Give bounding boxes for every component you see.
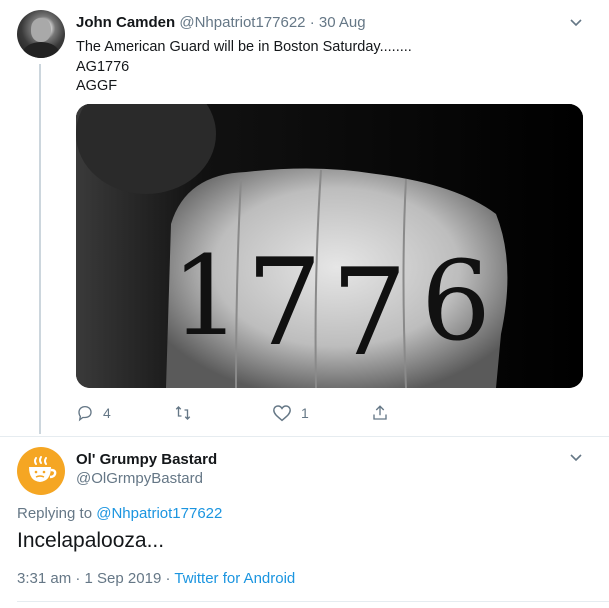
reply-button[interactable]: 4 — [76, 404, 111, 422]
tweet-header: John Camden @Nhpatriot177622 · 30 Aug — [76, 14, 366, 31]
author-handle[interactable]: @Nhpatriot177622 — [179, 14, 305, 31]
tweet-date[interactable]: 1 Sep 2019 — [85, 570, 162, 587]
avatar[interactable] — [17, 10, 65, 58]
header-separator: · — [309, 14, 315, 31]
divider — [0, 436, 609, 437]
chevron-down-icon[interactable] — [568, 14, 584, 30]
share-icon — [373, 405, 387, 420]
reply-icon — [78, 405, 92, 422]
tweet-source-link[interactable]: Twitter for Android — [174, 570, 295, 587]
tattoo-digit: 7 — [246, 234, 322, 373]
share-button[interactable] — [371, 404, 389, 422]
author-handle[interactable]: @OlGrmpyBastard — [76, 470, 203, 487]
replying-label: Replying to — [17, 505, 93, 522]
author-name[interactable]: Ol' Grumpy Bastard — [76, 451, 217, 468]
like-count: 1 — [301, 405, 309, 421]
fist-photo-image: 1 7 7 6 — [76, 104, 583, 388]
retweet-icon — [175, 406, 191, 420]
tweet-text-line: The American Guard will be in Boston Sat… — [76, 39, 412, 55]
meta-separator: · — [165, 570, 171, 587]
tweet-text: The American Guard will be in Boston Sat… — [76, 38, 412, 97]
retweet-button[interactable] — [173, 404, 202, 422]
avatar-shirt — [23, 42, 59, 58]
tweet-meta: 3:31 am · 1 Sep 2019 · Twitter for Andro… — [17, 570, 295, 587]
tweet-text-line: AGGF — [76, 78, 118, 94]
tweet-actions: 4 1 — [76, 404, 396, 426]
chevron-down-icon[interactable] — [568, 449, 584, 465]
heart-icon — [273, 405, 291, 422]
tweet-text: Incelapalooza... — [17, 529, 165, 552]
tweet-time[interactable]: 3:31 am — [17, 570, 71, 587]
avatar-face — [31, 18, 51, 42]
avatar[interactable] — [17, 447, 65, 495]
reply-count: 4 — [103, 405, 111, 421]
tweet-date[interactable]: 30 Aug — [319, 14, 366, 31]
tweet-media-photo[interactable]: 1 7 7 6 — [76, 104, 583, 388]
thread-connector-line — [39, 64, 41, 434]
tattoo-digit: 6 — [421, 237, 491, 365]
tweet-text-line: AG1776 — [76, 58, 130, 75]
divider — [17, 601, 609, 602]
replying-mention-link[interactable]: @Nhpatriot177622 — [96, 505, 222, 522]
meta-separator: · — [75, 570, 81, 587]
tattoo-digit: 7 — [331, 244, 407, 383]
author-name[interactable]: John Camden — [76, 14, 175, 31]
tattoo-digit: 1 — [171, 232, 241, 360]
replying-to: Replying to @Nhpatriot177622 — [17, 505, 222, 522]
coffee-cup-icon — [29, 456, 57, 482]
like-button[interactable]: 1 — [272, 404, 309, 422]
